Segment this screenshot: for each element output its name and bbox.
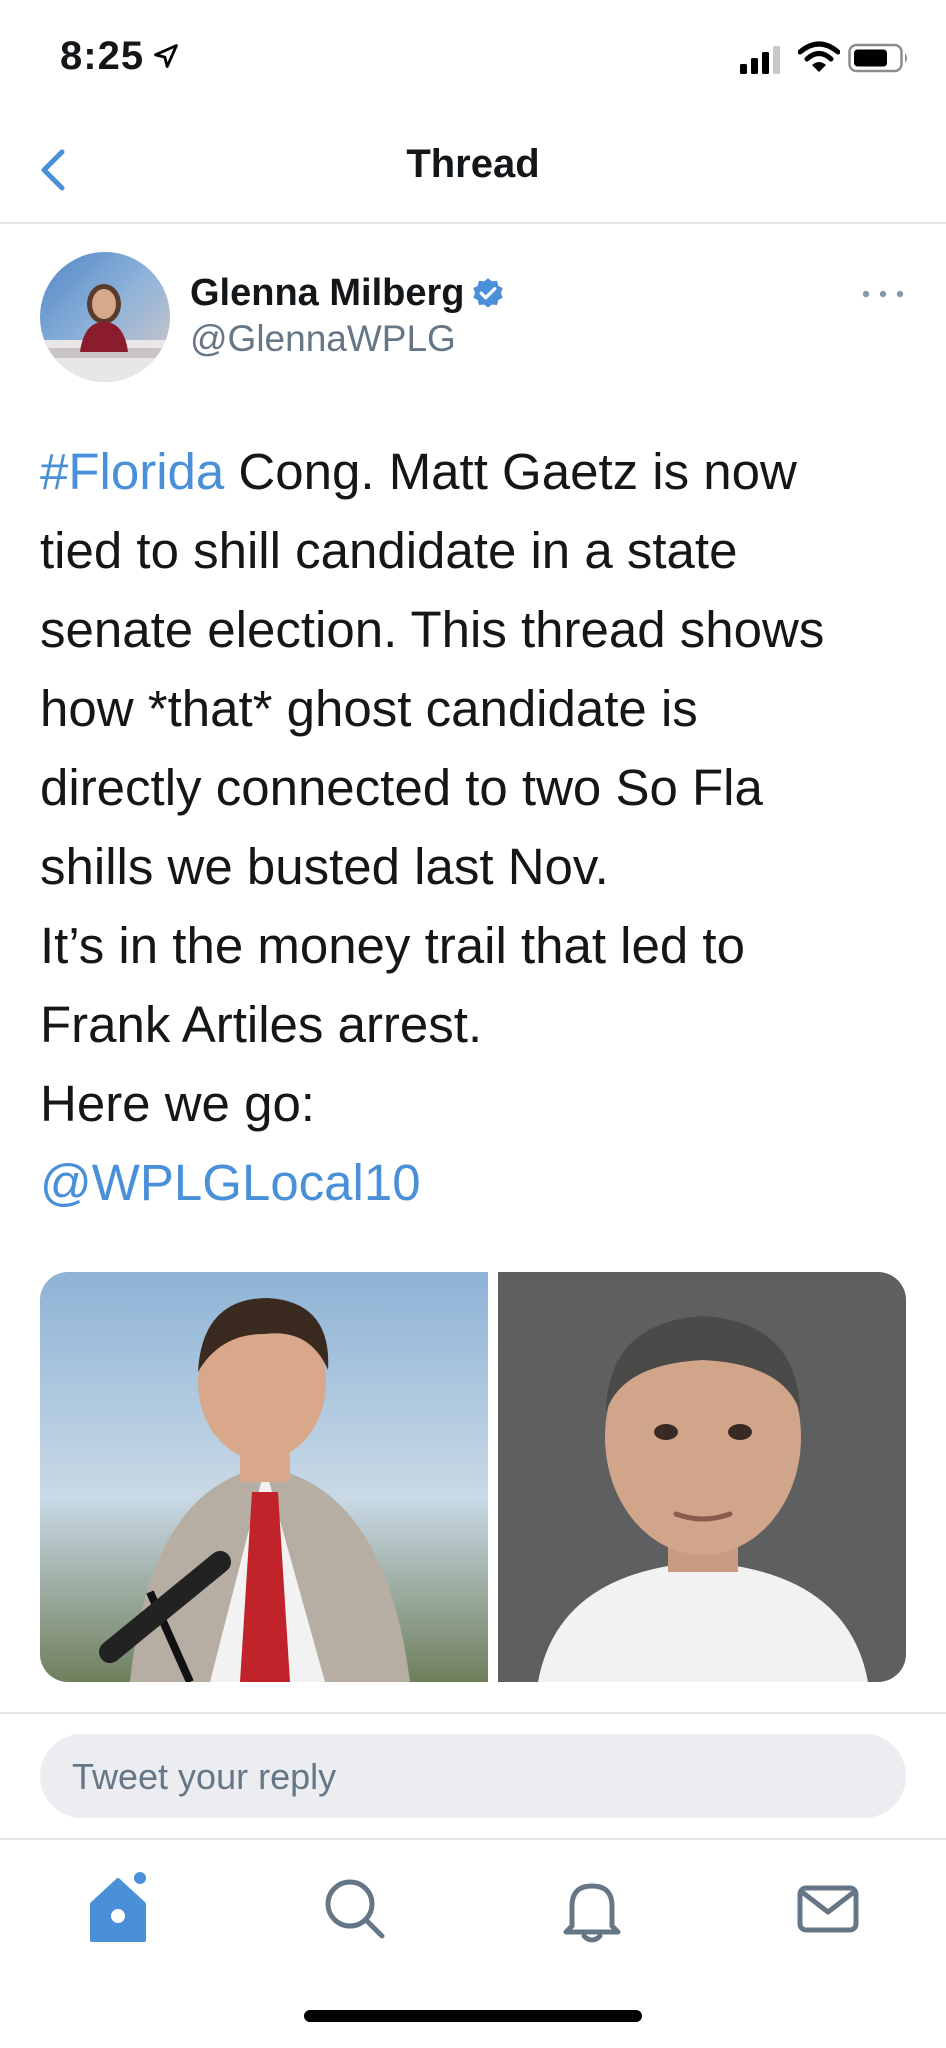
wifi-icon: [798, 41, 840, 72]
tweet-photo[interactable]: [40, 1272, 488, 1682]
hashtag-link[interactable]: #Florida: [40, 443, 224, 500]
author-handle[interactable]: @GlennaWPLG: [190, 318, 456, 360]
divider: [0, 1712, 946, 1714]
more-options-icon[interactable]: [858, 284, 908, 304]
tweet-line: Here we go:: [40, 1075, 315, 1132]
tweet-text: #Florida Cong. Matt Gaetz is now tied to…: [40, 432, 920, 1222]
tweet-media: [40, 1272, 906, 1682]
tweet-line: tied to shill candidate in a state: [40, 522, 738, 579]
search-icon[interactable]: [314, 1868, 394, 1948]
tweet-line: senate election. This thread shows: [40, 601, 825, 658]
verified-badge-icon: [473, 278, 503, 308]
tweet-line: It’s in the money trail that led to: [40, 917, 745, 974]
tweet-line: shills we busted last Nov.: [40, 838, 609, 895]
home-icon[interactable]: [78, 1868, 158, 1948]
reply-input[interactable]: Tweet your reply: [40, 1734, 906, 1818]
author-name[interactable]: Glenna Milberg: [190, 272, 464, 315]
location-arrow-icon: [154, 44, 178, 68]
tweet-line: Frank Artiles arrest.: [40, 996, 483, 1053]
cellular-signal-icon: [740, 46, 780, 74]
tweet-photo[interactable]: [498, 1272, 906, 1682]
reply-placeholder: Tweet your reply: [72, 1756, 337, 1797]
tweet-line: @WPLGLocal10: [40, 1143, 920, 1222]
page-title: Thread: [406, 142, 540, 186]
messages-icon[interactable]: [788, 1868, 868, 1948]
divider: [0, 1838, 946, 1840]
status-bar: 8:25: [0, 0, 946, 120]
tweet-line: #Florida Cong. Matt Gaetz is now: [40, 443, 797, 500]
battery-icon: [848, 43, 907, 73]
notifications-icon[interactable]: [552, 1868, 632, 1948]
status-time: 8:25: [60, 34, 145, 78]
tweet-line: directly connected to two So Fla: [40, 759, 763, 816]
navigation-bar: Thread: [0, 120, 946, 224]
author-avatar[interactable]: [40, 252, 170, 382]
home-indicator: [304, 2010, 642, 2022]
tweet-line: how *that* ghost candidate is: [40, 680, 698, 737]
mention-link[interactable]: @WPLGLocal10: [40, 1154, 421, 1211]
